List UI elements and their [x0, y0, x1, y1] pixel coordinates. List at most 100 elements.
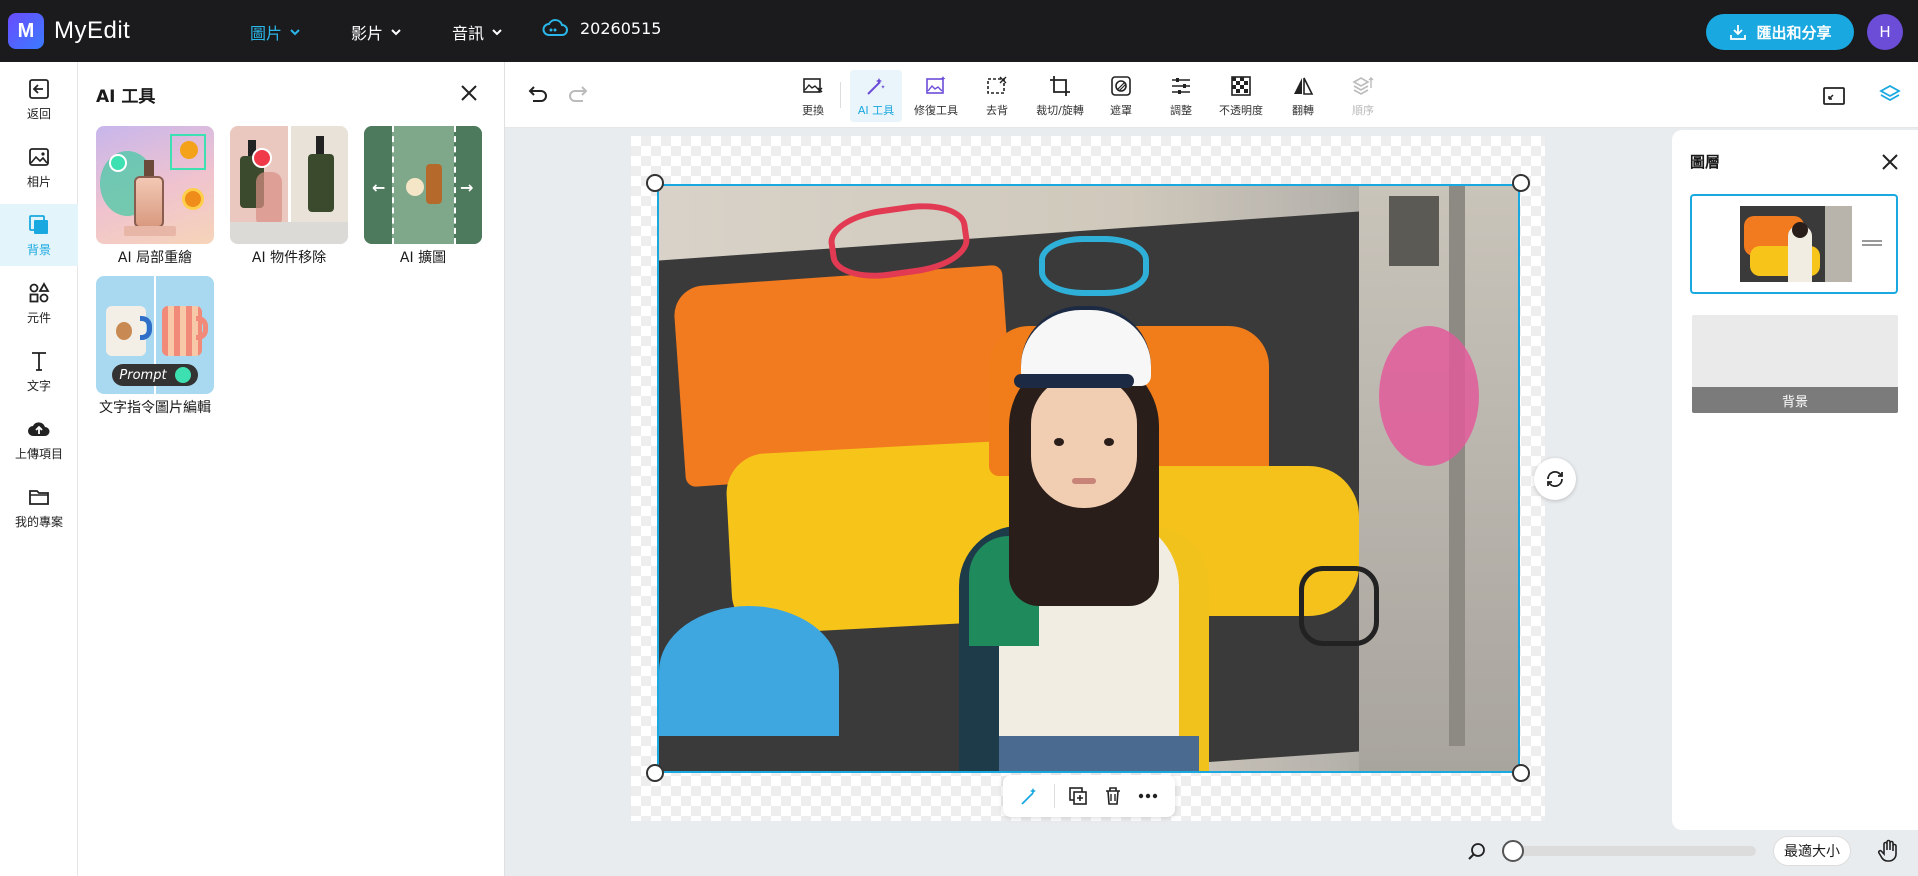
nav-image-menu[interactable]: 圖片	[250, 20, 302, 44]
toolbar-flip-label: 翻轉	[1292, 104, 1314, 117]
toolbar-crop-button[interactable]: 裁切/旋轉	[1034, 70, 1086, 122]
export-share-label: 匯出和分享	[1756, 23, 1832, 42]
trash-icon[interactable]	[1102, 785, 1124, 807]
hand-pan-icon[interactable]	[1876, 838, 1902, 864]
rail-item-back[interactable]: 返回	[0, 68, 78, 130]
resize-handle-bottom-right[interactable]	[1512, 764, 1530, 782]
opacity-checker-icon	[1231, 76, 1251, 96]
toolbar-order-label: 順序	[1352, 104, 1374, 117]
resize-handle-bottom-left[interactable]	[646, 764, 664, 782]
nav-video-menu[interactable]: 影片	[351, 20, 403, 44]
image-icon	[29, 147, 49, 166]
tool-text-prompt-edit[interactable]: Prompt 文字指令圖片編輯	[96, 276, 214, 418]
sliders-icon	[1172, 78, 1190, 94]
toolbar-retouch-label: 修復工具	[914, 104, 958, 117]
chevron-down-icon	[391, 29, 401, 36]
myedit-logo-icon: M	[8, 13, 44, 49]
chevron-down-icon	[492, 29, 502, 36]
nav-video-label: 影片	[351, 24, 384, 43]
toolbar-remove-bg-button[interactable]: 去背	[971, 70, 1023, 122]
panel-title: AI 工具	[96, 87, 156, 107]
rail-item-photos[interactable]: 相片	[0, 136, 78, 198]
cloud-icon	[542, 19, 568, 36]
rail-item-elements[interactable]: 元件	[0, 272, 78, 334]
rail-item-background[interactable]: 背景	[0, 204, 78, 266]
tool-ai-expand-label: AI 擴圖	[399, 250, 447, 266]
toolbar-adjust-button[interactable]: 調整	[1155, 70, 1207, 122]
app-logo[interactable]: M MyEdit	[8, 13, 130, 49]
toolbar-flip-button[interactable]: 翻轉	[1277, 70, 1329, 122]
layer-background-label: 背景	[1692, 387, 1898, 413]
toolbar-replace-button[interactable]: 更換	[787, 70, 839, 122]
toolbar-ai-tools-label: AI 工具	[857, 104, 895, 117]
layer-item-photo[interactable]	[1690, 194, 1898, 294]
resize-handle-top-right[interactable]	[1512, 174, 1530, 192]
tool-ai-expand[interactable]: ← → AI 擴圖	[364, 126, 482, 268]
toolbar-retouch-button[interactable]: 修復工具	[910, 70, 962, 122]
more-options-icon[interactable]	[1137, 785, 1159, 807]
rail-item-projects[interactable]: 我的專案	[0, 476, 78, 538]
tool-ai-object-removal[interactable]: AI 物件移除	[230, 126, 348, 268]
cloud-upload-icon	[28, 421, 50, 436]
tool-ai-inpaint[interactable]: AI 局部重繪	[96, 126, 214, 268]
mask-icon	[1111, 76, 1131, 96]
layer-item-background[interactable]: 背景	[1692, 315, 1898, 413]
ai-object-removal-thumbnail	[230, 126, 348, 244]
sparkle-icon	[174, 367, 191, 383]
ai-tools-panel: AI 工具 AI 局部重繪 AI 物件移除 ← → AI 擴圖 Prompt 文…	[78, 62, 505, 876]
rail-text-label: 文字	[26, 378, 51, 393]
tool-ai-object-removal-label: AI 物件移除	[251, 250, 327, 266]
toolbar-opacity-button[interactable]: 不透明度	[1215, 70, 1267, 122]
text-icon	[32, 351, 46, 371]
toolbar-order-button[interactable]: 順序	[1337, 70, 1389, 122]
ai-inpaint-thumbnail	[96, 126, 214, 244]
toolbar-ai-tools-button[interactable]: AI 工具	[850, 70, 902, 122]
rail-item-text[interactable]: 文字	[0, 340, 78, 402]
nav-image-label: 圖片	[250, 24, 283, 43]
resize-handle-top-left[interactable]	[646, 174, 664, 192]
project-name: 20260515	[580, 18, 662, 38]
toolbar-opacity-label: 不透明度	[1219, 104, 1263, 117]
rotate-button[interactable]	[1534, 458, 1576, 500]
nav-audio-menu[interactable]: 音訊	[452, 20, 504, 44]
zoom-search-icon[interactable]	[1466, 841, 1488, 863]
rail-item-upload[interactable]: 上傳項目	[0, 408, 78, 470]
zoom-slider[interactable]	[1502, 840, 1756, 862]
magic-wand-icon[interactable]	[1019, 785, 1041, 807]
graffiti-photo-layer[interactable]	[657, 184, 1520, 773]
redo-icon[interactable]	[567, 82, 593, 108]
avatar[interactable]: H	[1867, 14, 1903, 50]
replace-image-icon	[803, 78, 823, 93]
toolbar-mask-button[interactable]: 遮罩	[1095, 70, 1147, 122]
folder-icon	[29, 489, 49, 505]
close-icon[interactable]	[1880, 152, 1900, 172]
close-icon[interactable]	[458, 82, 480, 104]
nav-audio-label: 音訊	[452, 24, 485, 43]
toolbar-mask-label: 遮罩	[1110, 104, 1132, 117]
background-icon	[29, 214, 48, 234]
drag-handle-icon[interactable]	[1862, 240, 1882, 246]
editing-toolbar: 更換 AI 工具 修復工具 去背 裁切/旋轉 遮罩 調整 不透明度 翻轉 順序	[505, 62, 1918, 128]
export-share-button[interactable]: 匯出和分享	[1706, 14, 1854, 50]
layers-panel: 圖層 背景	[1672, 130, 1918, 830]
toolbar-remove-bg-label: 去背	[986, 104, 1008, 117]
back-arrow-icon	[29, 78, 49, 99]
chevron-down-icon	[290, 29, 300, 36]
magic-wand-icon	[867, 78, 885, 95]
project-name-area[interactable]: 20260515	[542, 18, 661, 38]
zoom-slider-thumb[interactable]	[1502, 840, 1524, 862]
fit-frame-icon[interactable]	[1822, 84, 1846, 108]
shapes-icon	[29, 281, 50, 302]
text-prompt-edit-thumbnail: Prompt	[96, 276, 214, 394]
undo-icon[interactable]	[523, 82, 549, 108]
floating-object-toolbar	[1003, 775, 1175, 817]
rail-elements-label: 元件	[26, 310, 51, 325]
duplicate-icon[interactable]	[1067, 785, 1089, 807]
crop-icon	[1050, 76, 1070, 96]
remove-background-icon	[987, 76, 1007, 94]
left-rail: 返回 相片 背景 元件 文字 上傳項目 我的專案	[0, 62, 78, 876]
retouch-icon	[926, 76, 946, 94]
layers-icon[interactable]	[1877, 82, 1903, 108]
ai-expand-thumbnail: ← →	[364, 126, 482, 244]
fit-to-screen-button[interactable]: 最適大小	[1773, 836, 1851, 866]
